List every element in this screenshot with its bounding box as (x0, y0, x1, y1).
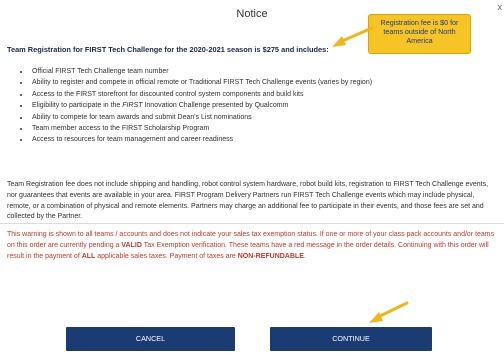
features-list: Official FIRST Tech Challenge team numbe… (8, 66, 372, 146)
cancel-button[interactable]: CANCEL (66, 327, 235, 351)
feature-item: Team member access to the FIRST Scholars… (30, 123, 372, 134)
feature-item: Ability to register and compete in offic… (30, 77, 372, 88)
tax-warning: This warning is shown to all teams / acc… (7, 230, 503, 262)
registration-heading: Team Registration for FIRST Tech Challen… (7, 45, 329, 54)
warning-bold: NON-REFUNDABLE (237, 252, 304, 260)
continue-button[interactable]: CONTINUE (270, 327, 432, 351)
continue-arrow-icon (369, 301, 409, 323)
registration-fee-callout: Registration fee is $0 for teams outside… (368, 14, 471, 54)
feature-text: Eligibility to participate in the (32, 102, 123, 110)
feature-emphasis: FIRST (122, 102, 143, 110)
feature-item: Ability to compete for team awards and s… (30, 112, 372, 123)
warning-text: . (303, 252, 306, 260)
warning-bold: VALID (121, 241, 142, 249)
close-icon[interactable]: x (498, 2, 503, 12)
notice-dialog: Notice x Registration fee is $0 for team… (0, 0, 504, 356)
divider (0, 223, 504, 224)
feature-item: Access to resources for team management … (30, 134, 372, 145)
callout-line-2: teams outside of North (383, 27, 456, 36)
warning-text: applicable sales taxes. Payment of taxes… (95, 252, 238, 260)
feature-item: Eligibility to participate in the FIRST … (30, 100, 372, 111)
warning-bold: ALL (81, 252, 96, 260)
feature-item: Official FIRST Tech Challenge team numbe… (30, 66, 372, 77)
callout-line-1: Registration fee is $0 for (380, 18, 459, 27)
fee-disclaimer: Team Registration fee does not include s… (7, 181, 489, 221)
feature-item: Access to the FIRST storefront for disco… (30, 89, 372, 100)
feature-text: Innovation Challenge presented by Qualco… (142, 102, 289, 110)
callout-line-3: America (406, 36, 433, 45)
